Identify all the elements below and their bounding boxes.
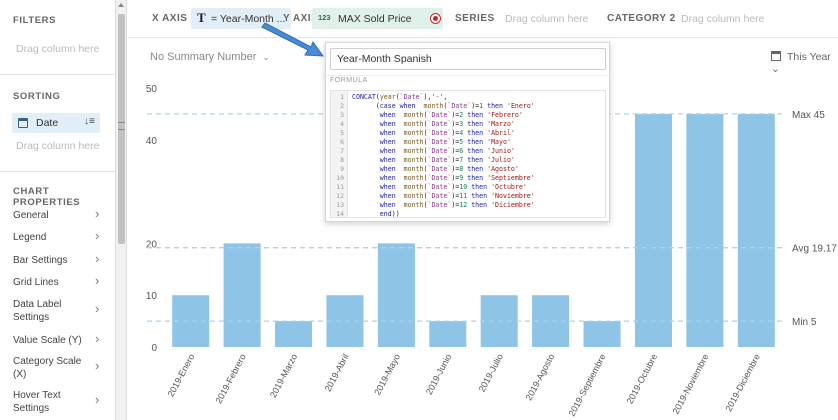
reference-line-label: Min 5: [792, 317, 817, 328]
reference-line-label: Max 45: [792, 110, 825, 121]
line-number: 11: [336, 183, 344, 191]
y-tick-label: 0: [151, 343, 157, 354]
column-name-input[interactable]: Year-Month Spanish: [330, 48, 606, 70]
code-line: when month(`Date`)=5 then 'Mayo': [379, 138, 511, 146]
x-tick-label: 2019-Marzo: [268, 352, 299, 399]
line-number: 2: [340, 102, 344, 110]
bar[interactable]: [737, 113, 775, 348]
x-tick-label: 2019-Agosto: [524, 352, 557, 402]
x-tick-label: 2019-Abril: [323, 352, 351, 393]
y-tick-label: 20: [146, 239, 158, 250]
line-number: 3: [340, 111, 344, 119]
code-line: when month(`Date`)=7 then 'Julio': [379, 156, 515, 164]
bar[interactable]: [686, 113, 724, 348]
line-number: 9: [340, 165, 344, 173]
app-root: FILTERS Drag column here SORTING Date ↓≡…: [0, 0, 838, 420]
bar[interactable]: [275, 321, 313, 347]
line-number: 14: [336, 210, 344, 218]
y-tick-label: 50: [146, 84, 158, 95]
x-tick-label: 2019-Enero: [166, 352, 197, 398]
y-tick-label: 40: [146, 136, 158, 147]
bar[interactable]: [223, 243, 261, 347]
code-line: when month(`Date`)=11 then 'Noviembre': [379, 192, 535, 200]
formula-editor[interactable]: 1 2 3 4 5 6 7 8 9 10 11 12 13 14 CONCAT(year(`Date`),…: [330, 90, 606, 218]
line-number: 4: [340, 120, 344, 128]
formula-label: FORMULA: [330, 77, 368, 84]
bar[interactable]: [583, 321, 621, 347]
x-tick-label: 2019-Septiembre: [567, 352, 608, 418]
line-number: 12: [336, 192, 344, 200]
code-line: when month(`Date`)=6 then 'Junio': [379, 147, 515, 155]
line-number: 13: [336, 201, 344, 209]
code-line: end)): [379, 210, 400, 218]
code-line: when month(`Date`)=9 then 'Septiembre': [379, 174, 535, 182]
bar[interactable]: [377, 243, 415, 347]
code-line: when month(`Date`)=10 then 'Octubre': [379, 183, 527, 191]
x-tick-label: 2019-Octubre: [625, 352, 660, 405]
code-line: when month(`Date`)=12 then 'Diciembre': [379, 201, 535, 209]
code-line: when month(`Date`)=2 then 'Febrero': [379, 111, 523, 119]
y-tick-label: 10: [146, 291, 158, 302]
x-tick-label: 2019-Mayo: [372, 352, 402, 396]
code-line: CONCAT(year(`Date`),'-',: [352, 93, 448, 101]
code-line: when month(`Date`)=8 then 'Agosto': [379, 165, 519, 173]
line-number: 10: [336, 174, 344, 182]
formula-popup: Year-Month Spanish FORMULA 1 2 3 4 5 6 7 8 9 10 11…: [325, 42, 610, 222]
code-line: when month(`Date`)=4 then 'Abril': [379, 129, 515, 137]
line-number-gutter: 1 2 3 4 5 6 7 8 9 10 11 12 13 14: [331, 91, 348, 218]
x-tick-label: 2019-Julio: [477, 352, 505, 393]
x-tick-label: 2019-Diciembre: [723, 352, 762, 413]
pointer-arrow-icon: [261, 22, 325, 57]
line-number: 7: [340, 147, 344, 155]
bar[interactable]: [634, 113, 672, 348]
x-tick-label: 2019-Febrero: [213, 352, 247, 405]
line-number: 5: [340, 129, 344, 137]
line-number: 8: [340, 156, 344, 164]
line-number: 1: [340, 93, 344, 101]
popup-divider: [326, 75, 609, 76]
x-tick-label: 2019-Noviembre: [671, 352, 711, 415]
code-line: (case when month(`Date`)=1 then 'Enero': [352, 102, 535, 110]
reference-line-label: Avg 19.17: [792, 244, 837, 255]
line-number: 6: [340, 138, 344, 146]
x-tick-label: 2019-Junio: [424, 352, 454, 396]
bar[interactable]: [429, 321, 467, 347]
code-line: when month(`Date`)=3 then 'Marzo': [379, 120, 515, 128]
